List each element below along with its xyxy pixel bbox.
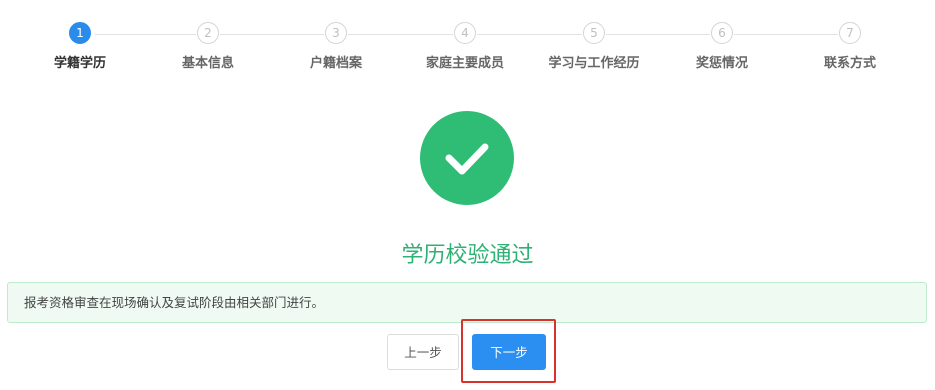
step-6: 6 奖惩情况: [662, 22, 782, 71]
step-label: 学籍学历: [53, 56, 106, 71]
next-button[interactable]: 下一步: [472, 334, 546, 370]
step-label: 联系方式: [823, 56, 876, 71]
prev-button[interactable]: 上一步: [387, 334, 459, 370]
step-number: 1: [69, 22, 91, 44]
step-number: 3: [325, 22, 347, 44]
success-check-icon: [420, 111, 514, 205]
check-icon: [445, 143, 489, 175]
step-4: 4 家庭主要成员: [405, 22, 525, 71]
result-title: 学历校验通过: [401, 243, 534, 268]
step-7: 7 联系方式: [790, 22, 910, 71]
progress-stepper: 1 学籍学历 2 基本信息 3 户籍档案 4 家庭主要成员 5 学习与工作经历 …: [0, 0, 935, 80]
notice-banner: 报考资格审查在现场确认及复试阶段由相关部门进行。: [7, 282, 927, 323]
step-2: 2 基本信息: [148, 22, 268, 71]
step-3: 3 户籍档案: [276, 22, 396, 71]
step-label: 户籍档案: [309, 56, 362, 71]
step-label: 奖惩情况: [695, 56, 748, 71]
step-number: 5: [583, 22, 605, 44]
step-label: 基本信息: [181, 56, 234, 71]
step-5: 5 学习与工作经历: [534, 22, 654, 71]
step-number: 6: [711, 22, 733, 44]
step-1: 1 学籍学历: [20, 22, 140, 71]
step-label: 家庭主要成员: [425, 56, 504, 71]
step-number: 2: [197, 22, 219, 44]
step-label: 学习与工作经历: [548, 56, 640, 71]
step-number: 7: [839, 22, 861, 44]
step-number: 4: [454, 22, 476, 44]
notice-text: 报考资格审查在现场确认及复试阶段由相关部门进行。: [24, 295, 325, 310]
